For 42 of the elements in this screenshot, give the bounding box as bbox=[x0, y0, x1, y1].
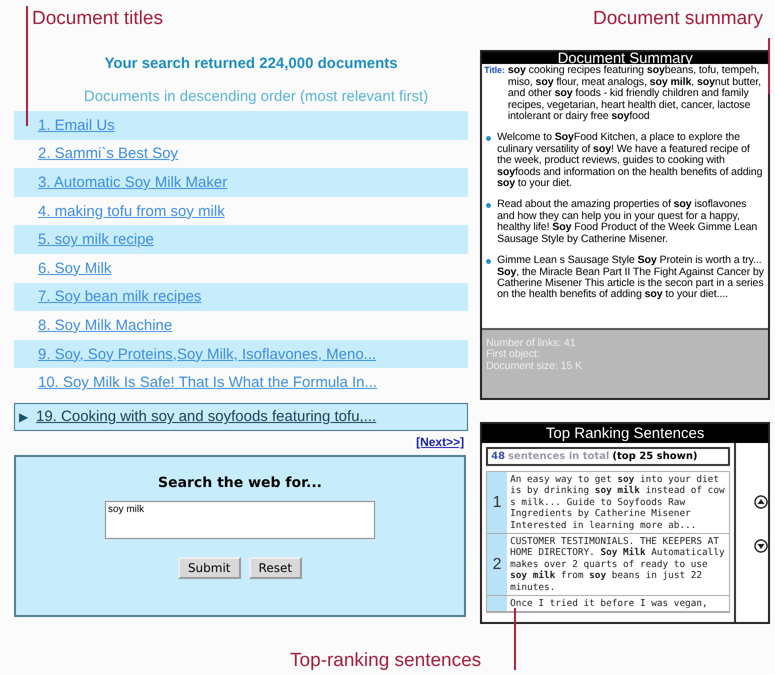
document-link[interactable]: 1. Email Us bbox=[38, 116, 115, 134]
shown-count: (top 25 shown) bbox=[612, 451, 698, 462]
leader-line bbox=[514, 608, 516, 670]
document-link[interactable]: 19. Cooking with soy and soyfoods featuring tofu,... bbox=[36, 408, 376, 426]
summary-title-text: soy cooking recipes featuring soybeans, tofu, tempeh, miso, soy flour, meat analogs, soy milk, soynut butter, and other soy foods - kid friendly children and family recipes, vegetarian, heart health diet, cancer, lactose intolerant or dairy free soyfood bbox=[508, 65, 762, 122]
callout-label: Document summary bbox=[593, 8, 763, 30]
form-button[interactable]: Submit bbox=[178, 556, 241, 579]
leader-line bbox=[768, 38, 770, 94]
callout-label: Document titles bbox=[32, 8, 163, 30]
rank-cell: 1 bbox=[487, 472, 508, 534]
next-link[interactable]: [Next>>] bbox=[416, 434, 464, 449]
ranked-sentence: CUSTOMER TESTIMONIALS. THE KEEPERS AT HOME DIRECTORY. Soy Milk Automatically makes over 2 quarts of ready to use soy milk from soy beans in just 22 minutes. bbox=[509, 535, 726, 595]
document-link[interactable]: 4. making tofu from soy milk bbox=[38, 202, 225, 220]
summary-excerpt: Welcome to SoyFood Kitchen, a place to explore the culinary versatility of soy! We have a featured recipe of the week, product reviews, guides to cooking with soyfoods and information on the health benefits of adding soy to your diet. bbox=[497, 132, 764, 190]
document-link[interactable]: 10. Soy Milk Is Safe! That Is What the Formula In... bbox=[38, 374, 378, 392]
rank-cell: 2 bbox=[487, 534, 508, 596]
selected-document-row[interactable]: ▶ 19. Cooking with soy and soyfoods featuring tofu,... bbox=[14, 402, 468, 431]
callout-label: Top-ranking sentences bbox=[290, 650, 482, 672]
ranked-sentence: Once I tried it before I was vegan, bbox=[509, 597, 709, 612]
scroll-up-icon[interactable] bbox=[754, 495, 768, 509]
summary-excerpt: Read about the amazing properties of soy isoflavones and how they can help you in your quest for a happy, healthy life! Soy Food Product of the Week Gimme Lean Sausage Style by Catherine Misener. bbox=[497, 199, 758, 246]
scroll-down-icon[interactable] bbox=[754, 539, 768, 553]
title-label: Title: bbox=[484, 65, 505, 78]
document-link[interactable]: 2. Sammi`s Best Soy bbox=[38, 145, 178, 162]
document-link[interactable]: 6. Soy Milk bbox=[38, 260, 112, 277]
pointer-icon: ▶ bbox=[19, 410, 28, 424]
search-field[interactable]: soy milk bbox=[105, 500, 375, 539]
rank-cell bbox=[487, 596, 508, 612]
form-button[interactable]: Reset bbox=[248, 556, 302, 579]
sentence-count: 48 bbox=[491, 451, 506, 462]
bullet-icon bbox=[486, 203, 492, 208]
count-label: sentences in total bbox=[508, 451, 610, 462]
results-subheading: Documents in descending order (most relevant first) bbox=[84, 88, 428, 105]
document-link[interactable]: 8. Soy Milk Machine bbox=[38, 316, 172, 334]
ranked-sentence: An easy way to get soy into your diet is by drinking soy milk instead of cow s milk... Guide to Soyfoods Raw Ingredients by Catherine Misener Interested in learning more ab... bbox=[509, 473, 726, 533]
ranking-title: Top Ranking Sentences bbox=[482, 424, 768, 443]
results-heading: Your search returned 224,000 documents bbox=[104, 55, 398, 72]
search-title: Search the web for... bbox=[158, 474, 322, 491]
document-link[interactable]: 5. soy milk recipe bbox=[38, 231, 154, 248]
bullet-icon bbox=[486, 136, 492, 142]
summary-excerpt: Gimme Lean s Sausage Style Soy Protein is worth a try... Soy, the Miracle Bean Part II The Fight Against Cancer by Catherine Misener This article is the secon part in a series on the health benefits of adding soy to your diet.... bbox=[497, 255, 765, 301]
bullet-icon bbox=[486, 259, 492, 264]
